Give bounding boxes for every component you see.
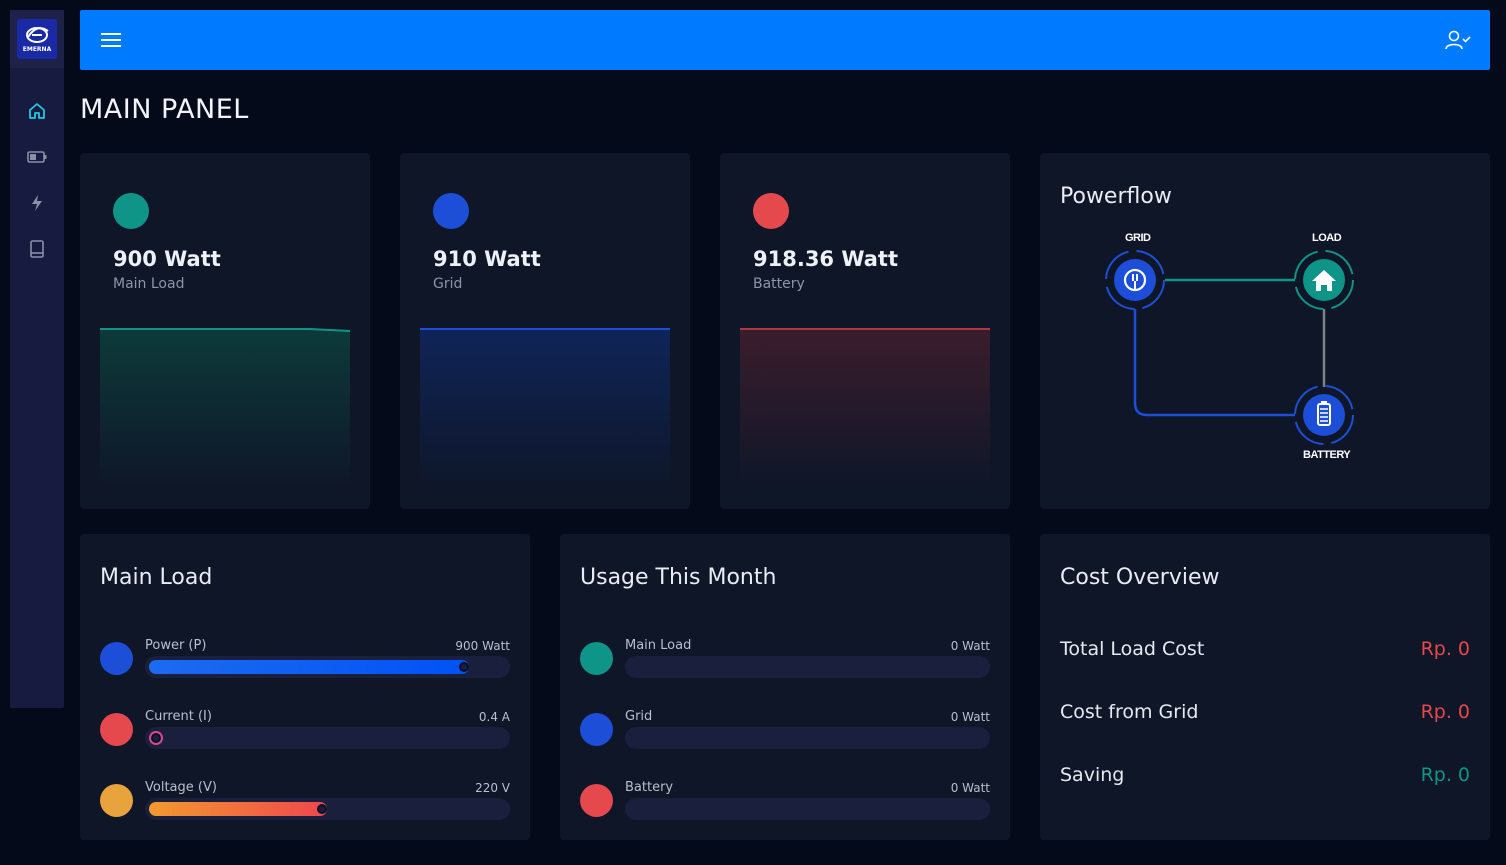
area-fill <box>740 329 990 489</box>
stat-label: Main Load <box>113 276 185 292</box>
stat-value: 900 Watt <box>113 247 221 271</box>
saving-value: Rp. 0 <box>1420 764 1470 786</box>
voltage-progress-track <box>145 798 510 820</box>
user-menu-button[interactable] <box>1444 26 1472 54</box>
usage-title: Usage This Month <box>580 565 777 590</box>
load-node <box>1294 250 1354 310</box>
usage-battery-label: Battery <box>625 780 674 795</box>
usage-grid-indicator <box>580 713 613 746</box>
cost-overview-card: Cost Overview Total Load Cost Rp. 0 Cost… <box>1040 534 1490 840</box>
power-label: Power (P) <box>145 638 207 653</box>
main-load-card: Main Load Power (P) 900 Watt Current (I)… <box>80 534 530 840</box>
page-title: MAIN PANEL <box>80 94 249 125</box>
usage-battery-value: 0 Watt <box>950 781 990 795</box>
sidebar-item-battery[interactable] <box>26 146 48 168</box>
usage-grid-track <box>625 727 990 749</box>
stat-label: Grid <box>433 276 463 292</box>
voltage-value: 220 V <box>475 781 510 795</box>
sidebar-item-home[interactable] <box>26 100 48 122</box>
stat-card-main-load: 900 Watt Main Load <box>80 153 370 509</box>
total-load-cost-label: Total Load Cost <box>1060 638 1205 660</box>
power-progress-knob <box>459 662 469 672</box>
battery-area-chart <box>740 328 990 489</box>
voltage-progress-knob <box>317 804 327 814</box>
current-label: Current (I) <box>145 709 212 724</box>
saving-label: Saving <box>1060 764 1125 786</box>
current-progress-knob <box>151 733 161 743</box>
battery-node-label: BATTERY <box>1303 449 1351 461</box>
grid-node <box>1105 250 1165 310</box>
usage-battery-indicator <box>580 784 613 817</box>
grid-battery-line <box>1133 309 1295 417</box>
main-load-title: Main Load <box>100 565 213 590</box>
power-indicator <box>100 642 133 675</box>
sidebar: EMERNA <box>10 10 64 708</box>
voltage-progress-fill <box>149 802 327 816</box>
usage-battery-track <box>625 798 990 820</box>
cost-from-grid-value: Rp. 0 <box>1420 701 1470 723</box>
book-icon <box>30 240 44 258</box>
power-progress-track <box>145 656 510 678</box>
sidebar-item-docs[interactable] <box>26 238 48 260</box>
app-logo[interactable]: EMERNA <box>17 19 57 59</box>
usage-grid-label: Grid <box>625 709 653 724</box>
user-check-icon <box>1445 30 1471 50</box>
usage-main-load-value: 0 Watt <box>950 639 990 653</box>
current-progress-track <box>145 727 510 749</box>
powerflow-diagram <box>1105 250 1354 445</box>
stat-label: Battery <box>753 276 805 292</box>
stat-card-battery: 918.36 Watt Battery <box>720 153 1010 509</box>
battery-indicator <box>753 193 789 229</box>
hamburger-icon <box>101 33 121 47</box>
usage-main-load-indicator <box>580 642 613 675</box>
home-icon <box>29 103 45 119</box>
battery-icon <box>27 151 47 163</box>
logo-container: EMERNA <box>10 10 64 68</box>
main-load-area-chart <box>100 328 350 489</box>
total-load-cost-value: Rp. 0 <box>1420 638 1470 660</box>
usage-main-load-label: Main Load <box>625 638 692 653</box>
stat-card-grid: 910 Watt Grid <box>400 153 690 509</box>
main-load-indicator <box>113 193 149 229</box>
logo-text: EMERNA <box>22 46 52 53</box>
power-progress-fill <box>149 660 469 674</box>
current-value: 0.4 A <box>478 710 510 724</box>
usage-main-load-track <box>625 656 990 678</box>
usage-grid-value: 0 Watt <box>950 710 990 724</box>
menu-toggle-button[interactable] <box>97 26 125 54</box>
voltage-indicator <box>100 784 133 817</box>
bolt-icon <box>32 195 42 211</box>
area-fill <box>420 329 670 489</box>
logo-mark-icon <box>26 27 49 43</box>
load-node-label: LOAD <box>1312 232 1342 244</box>
stat-value: 910 Watt <box>433 247 541 271</box>
stat-value: 918.36 Watt <box>753 247 899 271</box>
sidebar-item-energy[interactable] <box>26 192 48 214</box>
current-indicator <box>100 713 133 746</box>
grid-area-chart <box>420 328 670 489</box>
power-value: 900 Watt <box>455 639 510 653</box>
grid-indicator <box>433 193 469 229</box>
battery-node <box>1294 385 1354 445</box>
area-fill <box>100 329 350 489</box>
top-navbar <box>80 10 1490 70</box>
voltage-label: Voltage (V) <box>145 780 217 795</box>
grid-node-label: GRID <box>1125 232 1151 244</box>
cost-overview-title: Cost Overview <box>1060 565 1220 590</box>
usage-card: Usage This Month Main Load 0 Watt Grid 0… <box>560 534 1010 840</box>
cost-from-grid-label: Cost from Grid <box>1060 701 1199 723</box>
powerflow-card: Powerflow GRID LOAD BATTERY <box>1040 153 1490 509</box>
